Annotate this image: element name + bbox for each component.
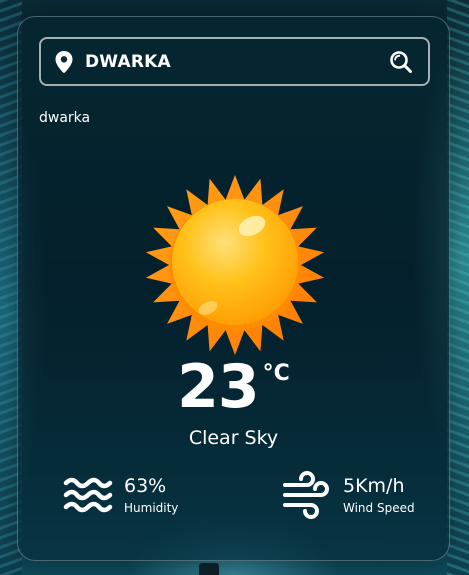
temperature-unit: °C bbox=[262, 361, 290, 386]
humidity-label: Humidity bbox=[124, 500, 179, 515]
search-icon[interactable] bbox=[388, 49, 414, 75]
humidity-waves-icon bbox=[62, 469, 114, 521]
background-figure bbox=[199, 563, 219, 575]
temperature-value: 23 bbox=[177, 352, 259, 422]
weather-card: dwarka 23°C Clear Sky bbox=[17, 16, 450, 561]
wind-icon bbox=[281, 469, 333, 521]
search-bar bbox=[39, 37, 430, 86]
background-foliage-right bbox=[447, 0, 469, 575]
humidity-stat: 63% Humidity bbox=[62, 469, 178, 521]
city-search-input[interactable] bbox=[75, 38, 388, 85]
sun-icon bbox=[144, 174, 326, 356]
humidity-value: 63% bbox=[124, 475, 167, 498]
weather-condition: Clear Sky bbox=[188, 427, 279, 449]
wind-stat: 5Km/h Wind Speed bbox=[281, 469, 415, 521]
location-pin-icon bbox=[53, 50, 75, 73]
temperature: 23 °C bbox=[18, 357, 449, 417]
wind-speed-value: 5Km/h bbox=[343, 475, 405, 498]
location-name: dwarka bbox=[39, 110, 91, 126]
wind-speed-label: Wind Speed bbox=[343, 500, 415, 515]
